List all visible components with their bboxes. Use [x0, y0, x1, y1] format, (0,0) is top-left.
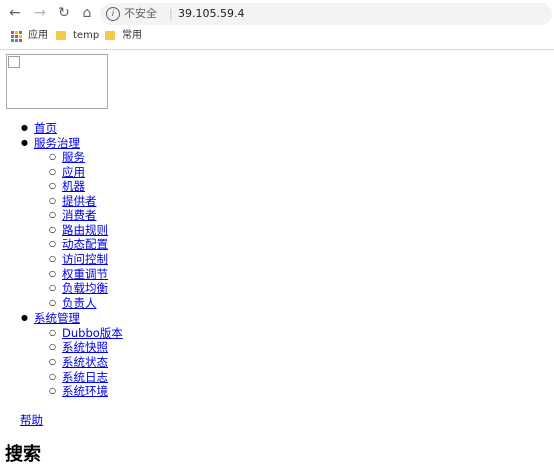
- help-link[interactable]: 帮助: [20, 413, 43, 427]
- bullet-icon: [49, 179, 56, 193]
- bookmark-label: 常用: [122, 30, 142, 41]
- apps-grid-icon: [11, 31, 22, 42]
- nav-item-system-status[interactable]: 系统状态: [62, 355, 108, 369]
- bullet-icon: [49, 340, 56, 354]
- home-icon[interactable]: ⌂: [78, 4, 96, 22]
- address-separator: |: [169, 7, 173, 20]
- nav-item-load-balancing[interactable]: 负载均衡: [62, 281, 108, 295]
- back-arrow-icon[interactable]: ←: [6, 4, 24, 22]
- nav-item-system-environment[interactable]: 系统环境: [62, 384, 108, 398]
- nav-item-dubbo-version[interactable]: Dubbo版本: [62, 326, 123, 340]
- broken-image-icon: [8, 56, 20, 68]
- bullet-icon: [49, 370, 56, 384]
- bookmark-label: 应用: [28, 30, 48, 41]
- nav-item-consumers[interactable]: 消费者: [62, 208, 97, 222]
- bullet-icon: [49, 150, 56, 164]
- nav-item-system-snapshot[interactable]: 系统快照: [62, 340, 108, 354]
- forward-arrow-icon[interactable]: →: [31, 4, 49, 22]
- bullet-icon: [21, 311, 28, 325]
- bookmark-apps[interactable]: 应用: [11, 28, 48, 44]
- bullet-icon: [21, 136, 28, 150]
- folder-icon: [56, 31, 66, 40]
- nav-home-link[interactable]: 首页: [34, 121, 57, 135]
- page-heading: 搜索: [5, 444, 41, 465]
- bullet-icon: [49, 384, 56, 398]
- logo-image: [6, 54, 108, 109]
- url-text[interactable]: 39.105.59.4: [178, 3, 244, 25]
- bullet-icon: [49, 355, 56, 369]
- nav-item-owners[interactable]: 负责人: [62, 296, 97, 310]
- bullet-icon: [49, 252, 56, 266]
- nav-item-machines[interactable]: 机器: [62, 179, 85, 193]
- bullet-icon: [49, 267, 56, 281]
- browser-toolbar: ← → ↻ ⌂ i 不安全 | 39.105.59.4 应用 temp 常用: [0, 0, 554, 50]
- bullet-icon: [21, 121, 28, 135]
- folder-icon: [105, 31, 115, 40]
- security-label[interactable]: 不安全: [124, 3, 157, 25]
- bullet-icon: [49, 281, 56, 295]
- nav-system-management-link[interactable]: 系统管理: [34, 311, 80, 325]
- bullet-icon: [49, 194, 56, 208]
- bullet-icon: [49, 237, 56, 251]
- bullet-icon: [49, 165, 56, 179]
- bullet-icon: [49, 296, 56, 310]
- nav-item-providers[interactable]: 提供者: [62, 194, 97, 208]
- address-bar[interactable]: i 不安全 | 39.105.59.4: [100, 3, 552, 25]
- nav-item-system-logs[interactable]: 系统日志: [62, 370, 108, 384]
- nav-item-dynamic-config[interactable]: 动态配置: [62, 237, 108, 251]
- bullet-icon: [49, 208, 56, 222]
- bookmark-temp[interactable]: temp: [56, 28, 100, 44]
- nav-item-services[interactable]: 服务: [62, 150, 85, 164]
- nav-item-routing-rules[interactable]: 路由规则: [62, 223, 108, 237]
- reload-icon[interactable]: ↻: [55, 4, 73, 22]
- bullet-icon: [49, 223, 56, 237]
- bookmark-label: temp: [73, 30, 100, 41]
- nav-service-governance-link[interactable]: 服务治理: [34, 136, 80, 150]
- bookmark-common[interactable]: 常用: [105, 28, 145, 44]
- nav-item-applications[interactable]: 应用: [62, 165, 85, 179]
- nav-item-access-control[interactable]: 访问控制: [62, 252, 108, 266]
- info-icon[interactable]: i: [106, 7, 120, 21]
- nav-item-weight-adjust[interactable]: 权重调节: [62, 267, 108, 281]
- bullet-icon: [49, 326, 56, 340]
